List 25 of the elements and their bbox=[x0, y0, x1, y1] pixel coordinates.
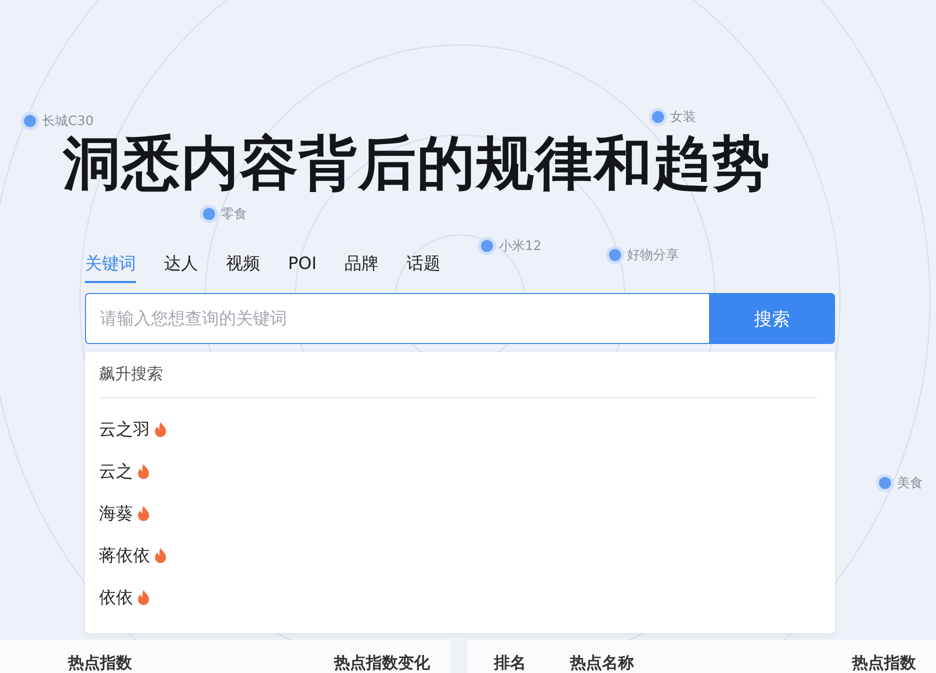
suggestion-item[interactable]: 云之羽 bbox=[99, 418, 150, 440]
tab[interactable]: 视频 bbox=[226, 252, 260, 283]
tab[interactable]: 品牌 bbox=[344, 252, 379, 283]
dropdown-title: 飙升搜索 bbox=[99, 364, 817, 398]
tab[interactable]: POI bbox=[288, 252, 317, 283]
column-header: 热点名称 bbox=[570, 653, 634, 673]
dot-icon bbox=[609, 249, 621, 261]
column-header: 热点指数变化 bbox=[334, 653, 430, 673]
suggestion-item[interactable]: 蒋依依 bbox=[99, 544, 150, 566]
dot-icon bbox=[652, 111, 664, 123]
dot-icon bbox=[879, 477, 891, 489]
dot-icon bbox=[481, 240, 493, 252]
search-button[interactable]: 搜索 bbox=[709, 293, 835, 344]
headline: 洞悉内容背后的规律和趋势 bbox=[63, 134, 771, 192]
column-header: 热点指数 bbox=[852, 653, 916, 673]
suggestion-item[interactable]: 云之 bbox=[99, 460, 133, 482]
dot-icon bbox=[24, 115, 36, 127]
suggestion-item[interactable]: 依依 bbox=[99, 586, 133, 608]
tab[interactable]: 达人 bbox=[164, 252, 198, 283]
column-header: 热点指数 bbox=[68, 653, 132, 673]
suggestion-item[interactable]: 海葵 bbox=[99, 502, 133, 524]
dot-icon bbox=[203, 208, 215, 220]
tab[interactable]: 话题 bbox=[406, 252, 441, 283]
column-header: 排名 bbox=[494, 653, 526, 673]
search-field[interactable]: 请输入您想查询的关键词 bbox=[85, 293, 709, 344]
